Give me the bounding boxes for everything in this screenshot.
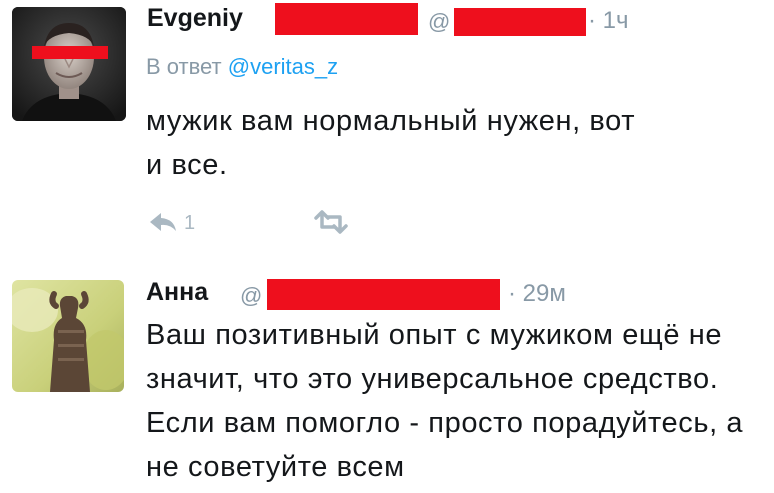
tweet[interactable]: Анна @ · 29м Ваш позитивный опыт с мужик… <box>0 268 774 493</box>
handle-redaction-bar <box>267 279 500 310</box>
reply-icon <box>150 213 176 231</box>
tweet-text: Ваш позитивный опыт с мужиком ещё не зна… <box>146 319 744 483</box>
avatar-photo <box>12 280 124 392</box>
timestamp[interactable]: · 29м <box>508 280 566 308</box>
retweet-button[interactable] <box>313 209 349 240</box>
handle-redaction-bar <box>454 8 586 36</box>
avatar-photo <box>12 7 126 121</box>
reply-context: В ответ @veritas_z <box>146 54 338 80</box>
tweet-text: мужик вам нормальный нужен, вот и все. <box>146 105 636 181</box>
author-name[interactable]: Анна <box>146 278 208 307</box>
reply-prefix: В ответ <box>146 54 222 79</box>
avatar[interactable] <box>12 7 126 121</box>
reply-count: 1 <box>184 212 196 234</box>
reply-mention-link[interactable]: @veritas_z <box>228 54 338 79</box>
timestamp[interactable]: · 1ч <box>588 7 629 35</box>
reply-button[interactable] <box>147 210 181 239</box>
retweet-icon <box>314 210 348 234</box>
tweet[interactable]: Evgeniy @ · 1ч В ответ @veritas_z мужик … <box>0 0 774 268</box>
name-redaction-bar <box>275 3 418 35</box>
face-redaction-bar <box>32 46 108 59</box>
avatar[interactable] <box>12 280 124 392</box>
author-name[interactable]: Evgeniy <box>147 4 243 33</box>
handle-at-sign[interactable]: @ <box>240 283 262 309</box>
handle-at-sign[interactable]: @ <box>428 9 450 35</box>
